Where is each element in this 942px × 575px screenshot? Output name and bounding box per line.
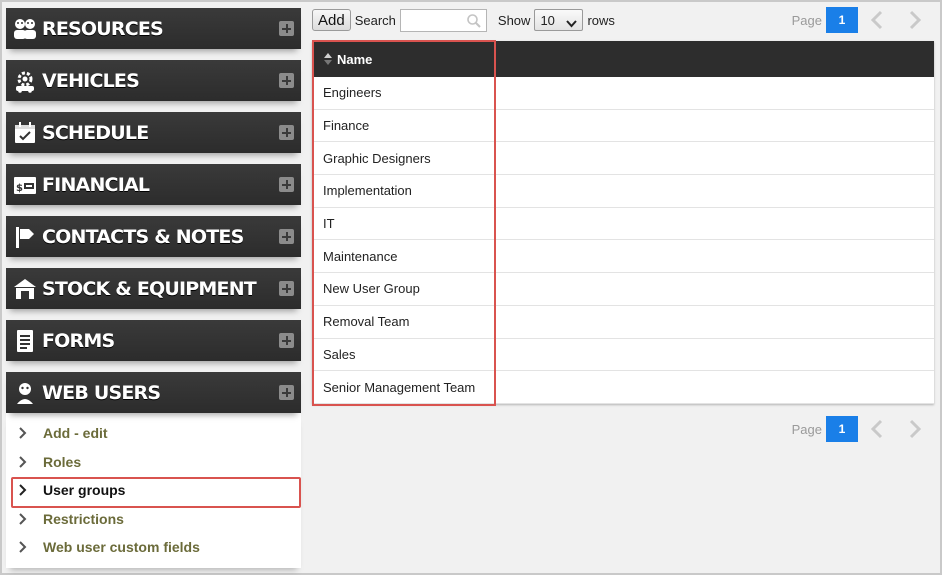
section-label: VEHICLES: [42, 69, 140, 92]
expand-plus-icon[interactable]: [279, 385, 294, 400]
row-name: Finance: [323, 118, 370, 134]
financial-icon: $: [12, 172, 38, 198]
table-row[interactable]: Implementation: [312, 175, 934, 208]
submenu-item-label: Restrictions: [43, 510, 124, 527]
sidebar-section-web-users[interactable]: WEB USERS: [6, 372, 301, 413]
table-row[interactable]: IT: [312, 208, 934, 241]
chevron-down-icon: [566, 16, 578, 31]
section-label: WEB USERS: [42, 381, 161, 404]
rows-per-page-select[interactable]: 10: [534, 9, 584, 31]
table-row[interactable]: Engineers: [312, 77, 934, 110]
sidebar-section-schedule[interactable]: SCHEDULE: [6, 112, 301, 153]
current-page-button[interactable]: 1: [826, 7, 858, 33]
expand-plus-icon[interactable]: [279, 177, 294, 192]
row-name: Sales: [323, 346, 356, 362]
web-users-submenu: Add - edit Roles User groups Restriction…: [6, 413, 301, 568]
sort-icon: [323, 52, 333, 66]
section-label: STOCK & EQUIPMENT: [42, 277, 257, 300]
submenu-item-label: Roles: [43, 453, 82, 470]
page-label: Page: [791, 421, 822, 437]
next-page-chevron-right-icon[interactable]: [896, 419, 934, 439]
table-row[interactable]: Removal Team: [312, 306, 934, 339]
expand-plus-icon[interactable]: [279, 21, 294, 36]
table-row[interactable]: Graphic Designers: [312, 142, 934, 176]
page-label: Page: [791, 12, 822, 28]
expand-plus-icon[interactable]: [279, 73, 294, 88]
table-row[interactable]: New User Group: [312, 273, 934, 306]
user-groups-table: Name Engineers Finance Graphic Designers…: [312, 40, 934, 406]
expand-plus-icon[interactable]: [279, 229, 294, 244]
row-name: Engineers: [323, 85, 382, 101]
column-header-name[interactable]: Name: [312, 41, 934, 77]
sidebar-section-financial[interactable]: $ FINANCIAL: [6, 164, 301, 205]
section-label: FORMS: [42, 329, 115, 352]
add-button[interactable]: Add: [312, 9, 351, 31]
column-header-label: Name: [337, 51, 373, 67]
resources-icon: [12, 16, 38, 42]
sidebar-section-vehicles[interactable]: VEHICLES: [6, 60, 301, 101]
submenu-item-roles[interactable]: Roles: [6, 448, 301, 477]
row-name: IT: [323, 216, 335, 232]
sidebar: RESOURCES VEHICLES SCHEDULE $ FINANCIAL …: [6, 8, 301, 568]
rows-label: rows: [587, 12, 615, 28]
submenu-item-label: User groups: [43, 482, 126, 499]
submenu-item-label: Web user custom fields: [43, 539, 200, 556]
row-name: New User Group: [323, 281, 420, 297]
sidebar-section-stock-equipment[interactable]: STOCK & EQUIPMENT: [6, 268, 301, 309]
row-name: Senior Management Team: [323, 379, 476, 395]
chevron-right-icon: [18, 455, 30, 469]
chevron-right-icon: [18, 540, 30, 554]
submenu-item-label: Add - edit: [43, 425, 108, 442]
row-name: Graphic Designers: [323, 150, 431, 166]
submenu-item-user-groups[interactable]: User groups: [6, 476, 301, 508]
sidebar-section-forms[interactable]: FORMS: [6, 320, 301, 361]
submenu-item-add-edit[interactable]: Add - edit: [6, 419, 301, 448]
chevron-right-icon: [18, 483, 30, 497]
section-label: CONTACTS & NOTES: [42, 225, 244, 248]
sidebar-section-resources[interactable]: RESOURCES: [6, 8, 301, 49]
row-name: Implementation: [323, 183, 412, 199]
stock-warehouse-icon: [12, 276, 38, 302]
sidebar-section-contacts-notes[interactable]: CONTACTS & NOTES: [6, 216, 301, 257]
vehicles-icon: [12, 68, 38, 94]
web-users-icon: [12, 380, 38, 406]
section-label: RESOURCES: [42, 17, 164, 40]
contacts-flag-icon: [12, 224, 38, 250]
pager-top: Page 1: [792, 7, 934, 33]
row-name: Removal Team: [323, 314, 410, 330]
schedule-icon: [12, 120, 38, 146]
expand-plus-icon[interactable]: [279, 125, 294, 140]
search-icon: [466, 13, 482, 32]
main-content: Add Search Show 10 rows Page 1 Name Engi…: [312, 7, 934, 442]
table-row[interactable]: Maintenance: [312, 240, 934, 274]
rows-select-value: 10: [540, 12, 555, 28]
pager-bottom: Page 1: [792, 416, 934, 442]
current-page-button[interactable]: 1: [826, 416, 858, 442]
expand-plus-icon[interactable]: [279, 333, 294, 348]
table-row[interactable]: Sales: [312, 339, 934, 372]
section-label: SCHEDULE: [42, 121, 149, 144]
table-row[interactable]: Finance: [312, 110, 934, 143]
submenu-item-restrictions[interactable]: Restrictions: [6, 505, 301, 534]
chevron-right-icon: [18, 512, 30, 526]
show-label: Show: [497, 12, 531, 28]
prev-page-chevron-left-icon[interactable]: [858, 419, 896, 439]
expand-plus-icon[interactable]: [279, 281, 294, 296]
toolbar: Add Search Show 10 rows Page 1: [312, 7, 934, 33]
search-input[interactable]: [399, 8, 487, 32]
submenu-item-web-user-custom-fields[interactable]: Web user custom fields: [6, 533, 301, 562]
row-name: Maintenance: [323, 248, 398, 264]
section-label: FINANCIAL: [42, 173, 150, 196]
forms-document-icon: [12, 328, 38, 354]
search-label: Search: [354, 12, 396, 28]
chevron-right-icon: [18, 426, 30, 440]
table-row[interactable]: Senior Management Team: [312, 371, 934, 404]
svg-text:$: $: [16, 183, 23, 194]
prev-page-chevron-left-icon[interactable]: [858, 10, 896, 30]
next-page-chevron-right-icon[interactable]: [896, 10, 934, 30]
